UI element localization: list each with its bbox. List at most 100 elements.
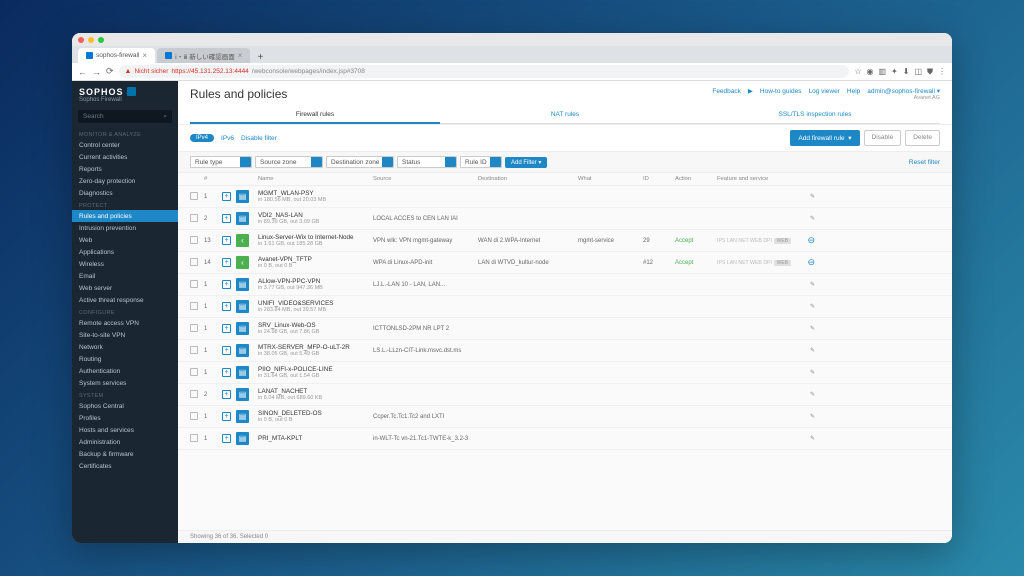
srczone-select[interactable]: Source zone: [255, 156, 323, 168]
table-row[interactable]: 1+▤MTRX-SERVER_MFP-O-uLT-2Rin 38.05 GB, …: [178, 340, 952, 362]
expand-icon[interactable]: +: [222, 346, 231, 355]
delete-button[interactable]: Delete: [905, 130, 940, 146]
max-dot[interactable]: [98, 37, 104, 43]
tab-ssl[interactable]: SSL/TLS inspection rules: [690, 106, 940, 124]
ruletype-select[interactable]: Rule type: [190, 156, 252, 168]
add-filter-button[interactable]: Add Filter ▾: [505, 157, 547, 168]
sidebar-item-apps[interactable]: Applications: [72, 246, 178, 258]
sidebar-item-remote-vpn[interactable]: Remote access VPN: [72, 317, 178, 329]
sidebar-item-rules[interactable]: Rules and policies: [72, 210, 178, 222]
row-checkbox[interactable]: [190, 236, 198, 244]
sidebar-item-site-vpn[interactable]: Site-to-site VPN: [72, 329, 178, 341]
row-checkbox[interactable]: [190, 412, 198, 420]
ext-icon[interactable]: ◉: [866, 67, 873, 77]
new-tab-button[interactable]: +: [252, 52, 268, 63]
sidebar-item-threat[interactable]: Active threat response: [72, 294, 178, 306]
sidebar-item-intrusion[interactable]: Intrusion prevention: [72, 222, 178, 234]
url-field[interactable]: ▲ Nicht sicher https://45.131.252.13:444…: [119, 65, 850, 78]
row-checkbox[interactable]: [190, 368, 198, 376]
table-row[interactable]: 1+▤ALlow-VPN-PPC-VPNin 3.77 GB, out 947.…: [178, 274, 952, 296]
expand-icon[interactable]: +: [222, 390, 231, 399]
ipv6-link[interactable]: IPv6: [221, 135, 234, 142]
expand-icon[interactable]: +: [222, 412, 231, 421]
expand-icon[interactable]: +: [222, 192, 231, 201]
sidebar-item-sysservices[interactable]: System services: [72, 377, 178, 389]
close-icon[interactable]: ×: [238, 51, 243, 60]
row-checkbox[interactable]: [190, 214, 198, 222]
min-dot[interactable]: [88, 37, 94, 43]
sidebar-item-network[interactable]: Network: [72, 341, 178, 353]
ipv4-pill[interactable]: IPv4: [190, 134, 214, 142]
table-row[interactable]: 13+‹Linux-Server-Wix to Internet-Nodein …: [178, 230, 952, 252]
reset-filter-link[interactable]: Reset filter: [909, 159, 940, 166]
edit-icon[interactable]: ✎: [810, 414, 815, 420]
sidebar-item-auth[interactable]: Authentication: [72, 365, 178, 377]
ruleid-select[interactable]: Rule ID: [460, 156, 502, 168]
admin-menu[interactable]: admin@sophos-firewall ▾: [867, 87, 940, 95]
sidebar-item-zero-day[interactable]: Zero-day protection: [72, 175, 178, 187]
row-checkbox[interactable]: [190, 434, 198, 442]
sidebar-item-diagnostics[interactable]: Diagnostics: [72, 187, 178, 199]
expand-icon[interactable]: +: [222, 368, 231, 377]
back-icon[interactable]: ←: [78, 67, 87, 77]
forward-icon[interactable]: →: [92, 67, 101, 77]
star-icon[interactable]: ☆: [854, 67, 861, 77]
ext-icon[interactable]: ▥: [878, 67, 886, 77]
edit-icon[interactable]: ✎: [810, 326, 815, 332]
tab-inactive[interactable]: ⅰ・ⅲ 新しい確認画面×: [157, 48, 250, 63]
add-rule-button[interactable]: Add firewall rule ▾: [790, 130, 859, 146]
row-checkbox[interactable]: [190, 324, 198, 332]
menu-icon[interactable]: ⋮: [938, 67, 946, 77]
expand-icon[interactable]: +: [222, 236, 231, 245]
table-row[interactable]: 1+▤MGMT_WLAN-PSYin 180.56 MB, out 20.03 …: [178, 186, 952, 208]
sidebar-item-web[interactable]: Web: [72, 234, 178, 246]
edit-icon[interactable]: ✎: [810, 194, 815, 200]
table-row[interactable]: 1+▤SINON_DELETED-OSin 0 B, out 0 BCcper.…: [178, 406, 952, 428]
expand-icon[interactable]: +: [222, 280, 231, 289]
table-row[interactable]: 2+▤LANAT_NACHETin 6.04 MB, out 689.60 KB…: [178, 384, 952, 406]
table-row[interactable]: 1+▤PRI_MTA-KPLTin-WLT-Tc vn-21.Tc1-TWTE-…: [178, 428, 952, 450]
table-row[interactable]: 1+▤PIIO_NIFI-x-POLICE-LINEin 31.64 GB, o…: [178, 362, 952, 384]
dstzone-select[interactable]: Destination zone: [326, 156, 394, 168]
row-checkbox[interactable]: [190, 302, 198, 310]
table-row[interactable]: 1+▤SRV_Linux-Web-OSin 24.98 GB, out 7.86…: [178, 318, 952, 340]
sidebar-item-certs[interactable]: Certificates: [72, 460, 178, 472]
expand-icon[interactable]: +: [222, 434, 231, 443]
status-select[interactable]: Status: [397, 156, 457, 168]
close-dot[interactable]: [78, 37, 84, 43]
table-row[interactable]: 2+▤VDI2_NAS-LANin 89.39 GB, out 3.09 GBL…: [178, 208, 952, 230]
row-checkbox[interactable]: [190, 258, 198, 266]
search-input[interactable]: Search⌕: [78, 110, 172, 123]
sidebar-item-wireless[interactable]: Wireless: [72, 258, 178, 270]
sidebar-item-profiles[interactable]: Profiles: [72, 412, 178, 424]
edit-icon[interactable]: ✎: [810, 216, 815, 222]
sidebar-item-hosts[interactable]: Hosts and services: [72, 424, 178, 436]
edit-icon[interactable]: ✎: [810, 304, 815, 310]
sidebar-item-current-activities[interactable]: Current activities: [72, 151, 178, 163]
tab-active[interactable]: sophos-firewall×: [78, 48, 155, 63]
ext-icon[interactable]: ◫: [914, 67, 922, 77]
row-checkbox[interactable]: [190, 280, 198, 288]
edit-icon[interactable]: ✎: [810, 370, 815, 376]
sidebar-item-webserver[interactable]: Web server: [72, 282, 178, 294]
delete-icon[interactable]: ⊖: [807, 235, 815, 245]
feedback-link[interactable]: Feedback: [712, 88, 741, 95]
sidebar-item-admin[interactable]: Administration: [72, 436, 178, 448]
edit-icon[interactable]: ✎: [810, 282, 815, 288]
help-link[interactable]: Help: [847, 88, 860, 95]
shield-icon[interactable]: ⛊: [927, 67, 933, 77]
disable-button[interactable]: Disable: [864, 130, 902, 146]
delete-icon[interactable]: ⊖: [807, 257, 815, 267]
expand-icon[interactable]: +: [222, 214, 231, 223]
reload-icon[interactable]: ⟳: [106, 66, 114, 77]
sidebar-item-routing[interactable]: Routing: [72, 353, 178, 365]
download-icon[interactable]: ⬇: [903, 67, 910, 77]
sidebar-item-central[interactable]: Sophos Central: [72, 400, 178, 412]
table-row[interactable]: 14+‹Avanet-VPN_TFTPin 0 B, out 0 BWPA di…: [178, 252, 952, 274]
tab-firewall[interactable]: Firewall rules: [190, 106, 440, 124]
edit-icon[interactable]: ✎: [810, 348, 815, 354]
logviewer-link[interactable]: Log viewer: [808, 88, 839, 95]
expand-icon[interactable]: +: [222, 258, 231, 267]
expand-icon[interactable]: +: [222, 302, 231, 311]
sidebar-item-control-center[interactable]: Control center: [72, 139, 178, 151]
